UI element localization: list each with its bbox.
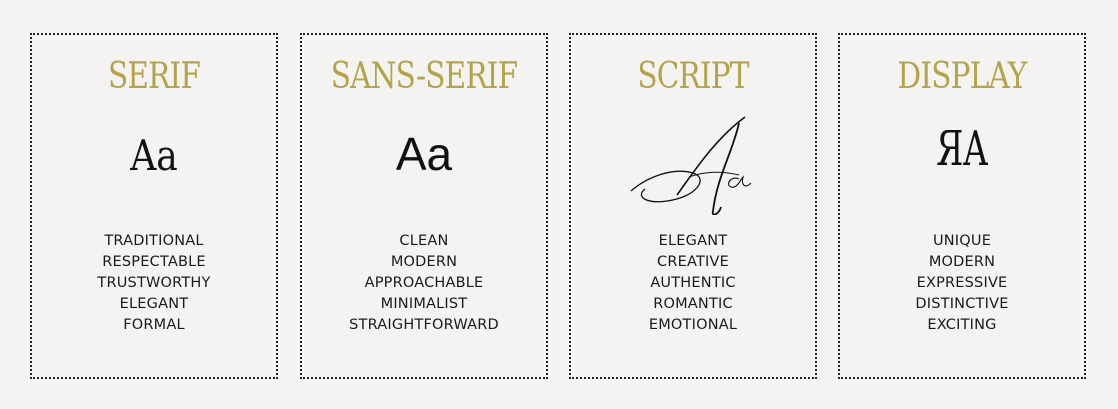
- sans-serif-card: SANS-SERIF Aa CLEAN MODERN APPROACHABLE …: [300, 33, 548, 379]
- card-title: SCRIPT: [637, 56, 749, 97]
- trait-item: MODERN: [390, 254, 458, 270]
- trait-item: STRAIGHTFORWARD: [349, 317, 499, 333]
- trait-item: ELEGANT: [119, 296, 189, 312]
- card-title: SANS-SERIF: [330, 56, 518, 97]
- card-title: DISPLAY: [897, 56, 1028, 97]
- script-card: SCRIPT ELEGANT CREATIVE AUTHENTIC ROMANT…: [569, 33, 817, 379]
- script-sample-glyph: [630, 116, 752, 215]
- trait-item: EMOTIONAL: [648, 317, 738, 333]
- trait-item: TRADITIONAL: [104, 233, 204, 249]
- trait-item: MODERN: [928, 254, 996, 270]
- trait-item: AUTHENTIC: [650, 275, 736, 291]
- trait-item: ROMANTIC: [653, 296, 733, 312]
- trait-item: CLEAN: [399, 233, 449, 249]
- trait-item: RESPECTABLE: [102, 254, 206, 270]
- trait-item: FORMAL: [123, 317, 185, 333]
- trait-item: EXCITING: [927, 317, 997, 333]
- trait-item: ELEGANT: [658, 233, 728, 249]
- trait-item: EXPRESSIVE: [916, 275, 1008, 291]
- card-title: SERIF: [107, 56, 201, 97]
- trait-item: APPROACHABLE: [364, 275, 484, 291]
- trait-list: UNIQUE MODERN EXPRESSIVE DISTINCTIVE EXC…: [840, 231, 1084, 336]
- trait-item: MINIMALIST: [380, 296, 468, 312]
- font-sample: Aa: [395, 128, 453, 180]
- trait-item: UNIQUE: [932, 233, 992, 249]
- trait-item: TRUSTWORTHY: [97, 275, 211, 291]
- display-card: DISPLAY ЯA UNIQUE MODERN EXPRESSIVE DIST…: [838, 33, 1086, 379]
- trait-item: DISTINCTIVE: [915, 296, 1009, 312]
- font-sample: ЯA: [936, 121, 988, 177]
- font-sample: Aa: [130, 131, 178, 180]
- trait-list: CLEAN MODERN APPROACHABLE MINIMALIST STR…: [302, 231, 546, 336]
- trait-item: CREATIVE: [657, 254, 729, 270]
- trait-list: TRADITIONAL RESPECTABLE TRUSTWORTHY ELEG…: [32, 231, 276, 336]
- serif-card: SERIF Aa TRADITIONAL RESPECTABLE TRUSTWO…: [30, 33, 278, 379]
- trait-list: ELEGANT CREATIVE AUTHENTIC ROMANTIC EMOT…: [571, 231, 815, 336]
